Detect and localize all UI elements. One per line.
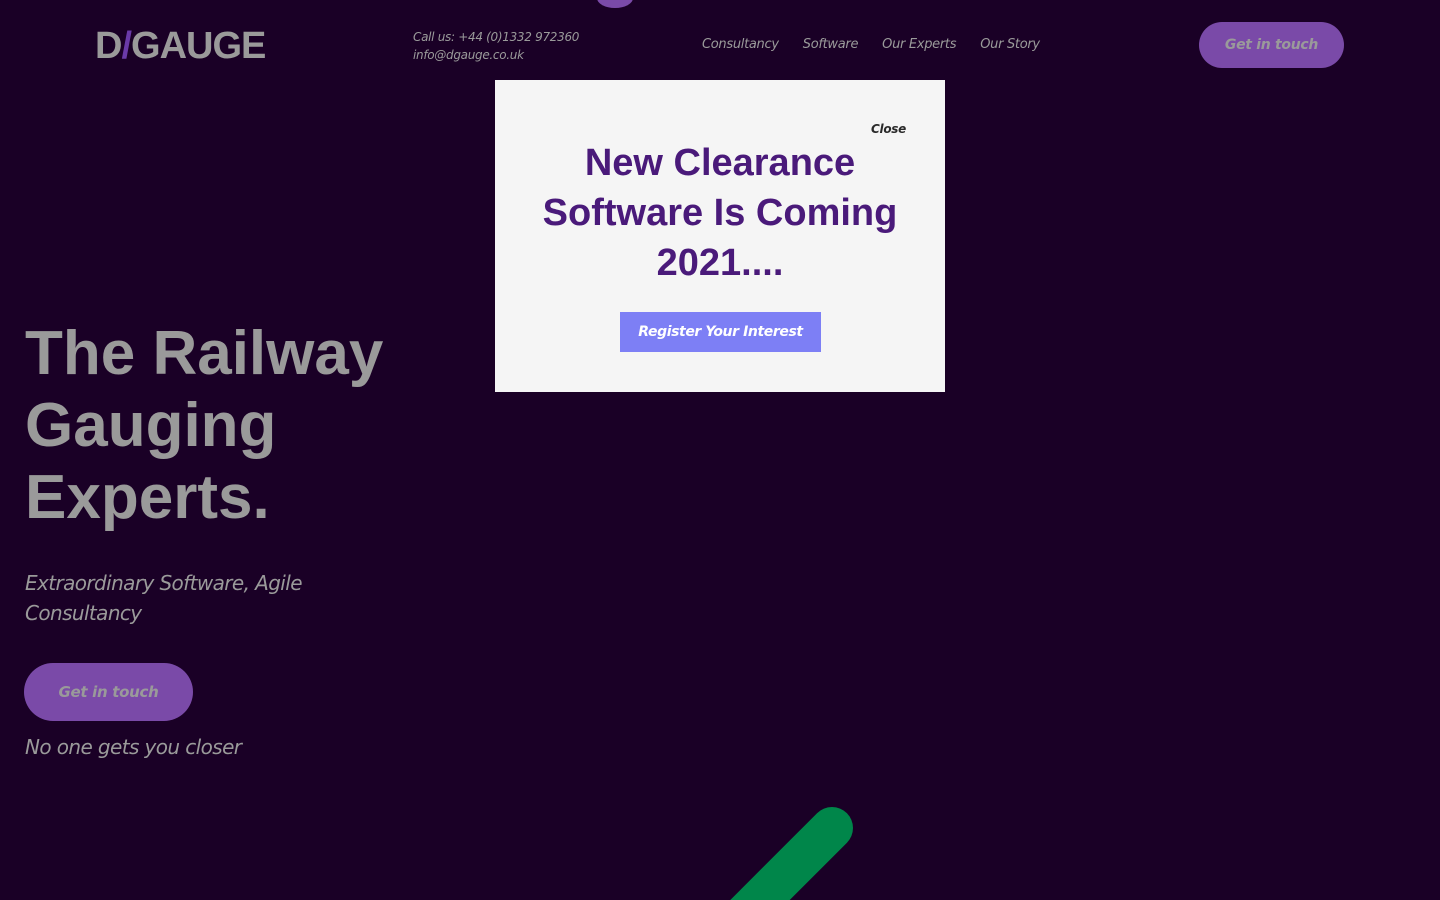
email-link[interactable]: info@dgauge.co.uk xyxy=(413,46,579,64)
logo-text-gauge: GAUGE xyxy=(131,25,266,67)
logo-text-d: D xyxy=(95,25,122,67)
hero-tagline: No one gets you closer xyxy=(25,735,242,759)
hero-title-line: Gauging xyxy=(25,391,277,460)
logo[interactable]: D/GAUGE xyxy=(95,24,266,68)
hero-title-line: Experts. xyxy=(25,463,270,532)
modal-title-line: New Clearance xyxy=(584,142,856,184)
hero-title: The Railway Gauging Experts. xyxy=(25,318,465,534)
hero-title-line: The Railway xyxy=(25,319,384,388)
decorative-dot xyxy=(597,0,633,8)
nav-our-story[interactable]: Our Story xyxy=(980,36,1040,54)
hero-get-in-touch-button[interactable]: Get in touch xyxy=(24,663,193,721)
modal-close-button[interactable]: Close xyxy=(871,122,906,136)
nav-our-experts[interactable]: Our Experts xyxy=(882,36,956,54)
modal-title-line: 2021.... xyxy=(656,242,784,284)
register-interest-button[interactable]: Register Your Interest xyxy=(620,312,821,352)
nav-consultancy[interactable]: Consultancy xyxy=(702,36,779,54)
logo-slash: / xyxy=(121,25,132,67)
page: D/GAUGE Call us: +44 (0)1332 972360 info… xyxy=(0,0,1440,900)
contact-info: Call us: +44 (0)1332 972360 info@dgauge.… xyxy=(413,28,579,64)
modal-title-line: Software Is Coming xyxy=(542,192,898,234)
main-nav: Consultancy Software Our Experts Our Sto… xyxy=(702,36,1064,54)
nav-software[interactable]: Software xyxy=(803,36,859,54)
header-get-in-touch-button[interactable]: Get in touch xyxy=(1199,22,1344,68)
modal-title: New Clearance Software Is Coming 2021...… xyxy=(495,138,945,288)
hero-subtitle: Extraordinary Software, Agile Consultanc… xyxy=(25,571,303,625)
announcement-modal: Close New Clearance Software Is Coming 2… xyxy=(495,80,945,392)
phone-link[interactable]: Call us: +44 (0)1332 972360 xyxy=(413,28,579,46)
